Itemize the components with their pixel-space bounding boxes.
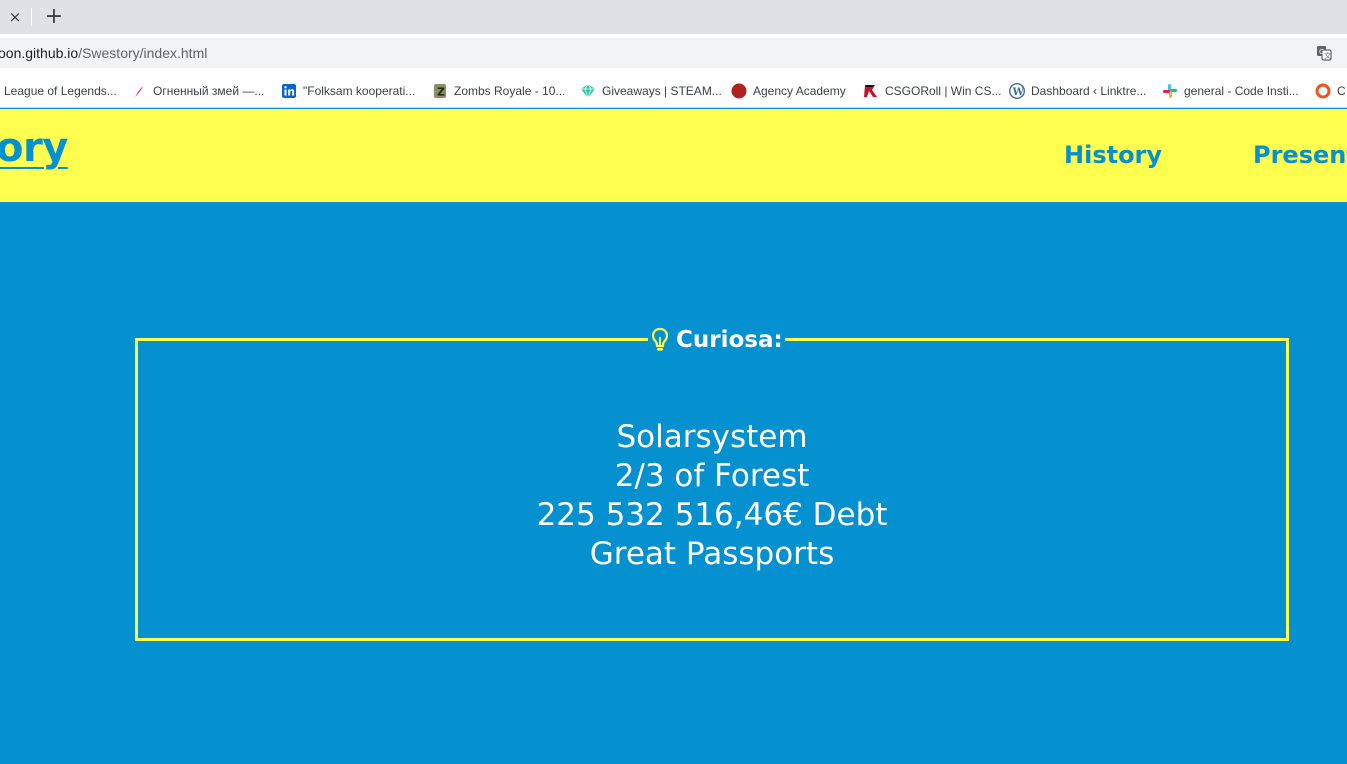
wordpress-icon: W xyxy=(1009,83,1025,99)
fact-item: 2/3 of Forest xyxy=(614,458,810,494)
bookmark-item[interactable]: Giveaways | STEAM... xyxy=(580,82,722,100)
site-header: ory History Present xyxy=(0,109,1347,202)
red-circle-icon xyxy=(731,83,747,99)
bookmark-label: Agency Academy xyxy=(753,84,846,98)
url-text[interactable]: oon.github.io/Swestory/index.html xyxy=(0,45,207,61)
bookmark-label: CSGORoll | Win CS... xyxy=(885,84,1002,98)
bookmark-item[interactable]: "Folksam kooperati... xyxy=(281,82,415,100)
new-tab-button[interactable]: + xyxy=(42,4,66,30)
bookmark-label: League of Legends... xyxy=(4,84,117,98)
orange-ring-icon xyxy=(1315,83,1331,99)
bookmark-item[interactable]: League of Legends... xyxy=(4,82,117,100)
close-tab-icon[interactable]: × xyxy=(4,6,26,28)
zombs-icon: Z xyxy=(434,84,446,99)
slack-icon xyxy=(1163,84,1177,98)
nav-present-link[interactable]: Present xyxy=(1253,141,1347,169)
bookmark-item[interactable]: Z Zombs Royale - 10... xyxy=(432,82,565,100)
csgoroll-icon xyxy=(864,85,877,97)
bookmark-item[interactable]: C xyxy=(1315,82,1346,100)
curiosa-facts-list: Solarsystem 2/3 of Forest 225 532 516,46… xyxy=(135,418,1289,574)
fact-item: Great Passports xyxy=(589,536,835,572)
url-host: oon.github.io xyxy=(0,45,79,61)
fact-item: 225 532 516,46€ Debt xyxy=(536,497,888,533)
curiosa-title: Curiosa: xyxy=(676,327,783,353)
bookmark-label: Огненный змей —... xyxy=(153,84,265,98)
curiosa-heading: Curiosa: xyxy=(648,323,785,357)
bookmark-item[interactable]: Огненный змей —... xyxy=(131,82,264,100)
linkedin-icon xyxy=(282,84,296,98)
bookmark-item[interactable]: Agency Academy xyxy=(731,82,846,100)
address-bar[interactable]: oon.github.io/Swestory/index.html G 文 xyxy=(0,38,1347,68)
tab-strip: × + xyxy=(0,0,1347,34)
bookmark-label: Zombs Royale - 10... xyxy=(454,84,566,98)
bookmark-item[interactable]: general - Code Insti... xyxy=(1162,82,1299,100)
browser-toolbar: oon.github.io/Swestory/index.html G 文 xyxy=(0,34,1347,72)
bookmark-label: general - Code Insti... xyxy=(1184,84,1299,98)
feather-icon xyxy=(135,86,143,97)
fact-item: Solarsystem xyxy=(616,419,808,455)
bookmark-label: "Folksam kooperati... xyxy=(303,84,416,98)
bookmark-label: Dashboard ‹ Linktre... xyxy=(1031,84,1147,98)
bookmark-item[interactable]: CSGORoll | Win CS... xyxy=(863,82,1001,100)
translate-icon[interactable]: G 文 xyxy=(1316,45,1332,61)
tab-divider xyxy=(31,8,32,26)
bookmark-item[interactable]: W Dashboard ‹ Linktre... xyxy=(1009,82,1146,100)
site-logo-link[interactable]: ory xyxy=(0,125,68,171)
nav-history-link[interactable]: History xyxy=(1064,141,1162,169)
lightbulb-icon xyxy=(651,327,669,351)
gem-icon xyxy=(581,83,595,99)
svg-text:文: 文 xyxy=(1324,51,1331,60)
bookmarks-bar: League of Legends... Огненный змей —... … xyxy=(0,72,1347,108)
bookmark-label: C xyxy=(1337,84,1346,98)
svg-text:W: W xyxy=(1012,87,1025,98)
bookmark-label: Giveaways | STEAM... xyxy=(602,84,722,98)
svg-text:Z: Z xyxy=(437,86,445,99)
url-path: /Swestory/index.html xyxy=(78,45,208,61)
